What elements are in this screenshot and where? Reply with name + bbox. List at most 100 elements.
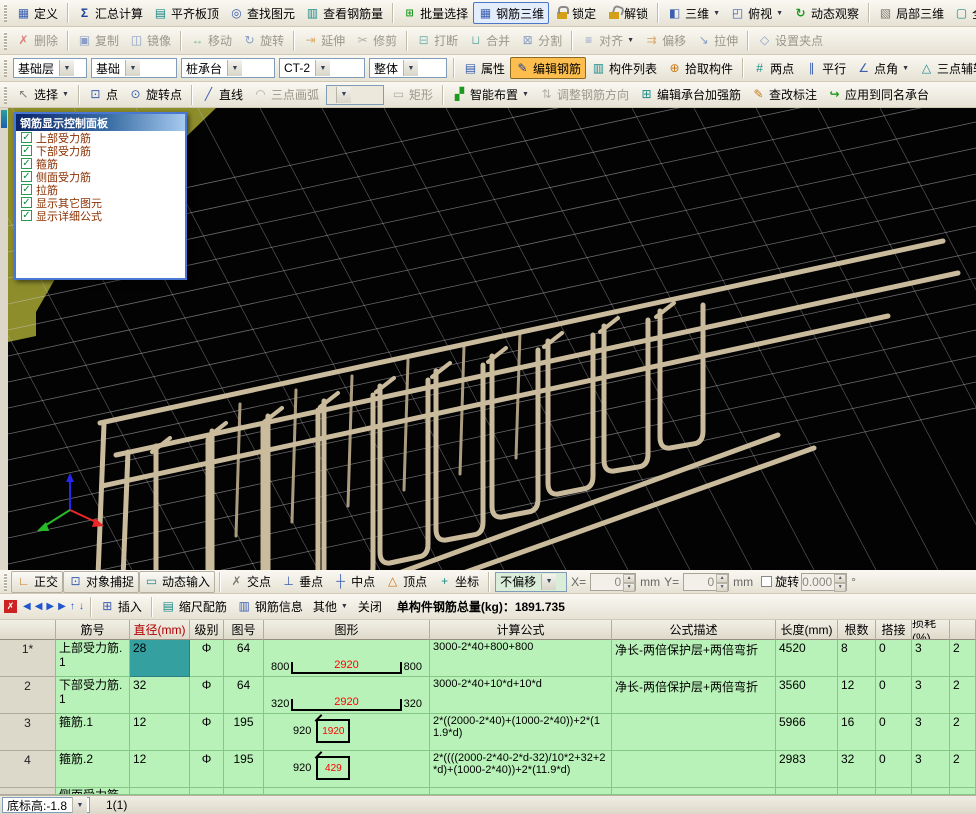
midpoint-snap-button[interactable]: ┼ 中点 [328,571,380,593]
cell-figure-no[interactable]: 64 [224,640,264,677]
cell-lap[interactable]: 0 [876,677,912,714]
cell-figure-no[interactable]: 195 [224,714,264,751]
category-combo[interactable]: 基础 ▼ [91,58,177,78]
cell-diameter[interactable]: 12 [130,751,190,788]
edit-rebar-button[interactable]: ✎ 编辑钢筋 [510,57,587,79]
rebar-info-button[interactable]: ▥ 钢筋信息 [232,596,308,618]
cell-formula[interactable]: 3000-2*40+10*d+10*d [430,677,612,714]
cell-figure-no[interactable]: 195 [224,751,264,788]
spin-down-icon[interactable]: ▼ [834,582,847,592]
fullscreen-button[interactable]: ▢全屏 [949,2,976,24]
bottom-elevation-combo[interactable]: 底标高:-1.8 ▼ [2,797,90,813]
cell-level[interactable]: Φ [190,677,224,714]
orbit-button[interactable]: ↻ 动态观察 [788,2,864,24]
cell-length[interactable]: 4520 [776,640,838,677]
type-combo[interactable]: 桩承台 ▼ [181,58,275,78]
move-row-up-button[interactable]: ↑ [68,601,77,612]
edit-cap-strengthen-button[interactable]: ⊞ 编辑承台加强筋 [634,84,746,106]
next-row-button[interactable]: ▶ [44,601,56,612]
cell-loss[interactable]: 3 [912,640,950,677]
toolbar-grip[interactable] [4,572,7,591]
view-3d-button[interactable]: ◧ 三维 ▼ [662,2,725,24]
draw-mode-combo[interactable]: ▼ [326,84,385,105]
move-row-down-button[interactable]: ↓ [77,601,86,612]
toolbar-grip[interactable] [4,4,7,22]
cell-loss[interactable]: 3 [912,751,950,788]
cell-shape[interactable]: 920 1920 [264,714,430,751]
cell-level[interactable]: Φ [190,751,224,788]
component-list-button[interactable]: ▥ 构件列表 [586,57,662,79]
summary-calc-button[interactable]: Σ 汇总计算 [72,2,148,24]
panel-title-bar[interactable]: 钢筋显示控制面板 [16,114,185,131]
row-number[interactable]: 4 [0,751,56,788]
toolbar-grip[interactable] [4,31,7,50]
properties-button[interactable]: ▤ 属性 [458,57,510,79]
break-button[interactable]: ⊟ 打断 [411,30,463,52]
cell-shape[interactable]: 800 2920 800 [264,640,430,677]
cell-clipped[interactable]: 2 [950,640,976,677]
toolbar-grip[interactable] [4,85,7,104]
offset-mode-combo[interactable]: 不偏移 ▼ [495,571,568,592]
close-button[interactable]: 关闭 [353,596,387,618]
name-combo[interactable]: CT-2 ▼ [279,58,365,78]
insert-row-button[interactable]: ⊞ 插入 [95,596,147,618]
checkbox-checked-icon[interactable]: ✓ [21,210,32,221]
select-button[interactable]: ↖ 选择 ▼ [11,84,74,106]
unlock-button[interactable]: 解锁 [601,2,653,24]
edit-annotation-button[interactable]: ✎ 查改标注 [746,84,822,106]
cell-clipped[interactable]: 2 [950,677,976,714]
cell-diameter[interactable]: 32 [130,677,190,714]
cell-length[interactable]: 2983 [776,751,838,788]
line-button[interactable]: ╱ 直线 [196,84,248,106]
cell-description[interactable] [612,751,776,788]
coordinate-snap-button[interactable]: + 坐标 [432,571,484,593]
rebar-3d-toggle[interactable]: ▦ 钢筋三维 [473,2,550,24]
offset-button[interactable]: ⇉ 偏移 [639,30,691,52]
cell-shape[interactable]: 920 429 [264,751,430,788]
rectangle-button[interactable]: ▭ 矩形 [386,84,438,106]
rotate-checkbox[interactable] [761,576,773,587]
cell-lap[interactable]: 0 [876,714,912,751]
extend-button[interactable]: ⇥ 延伸 [298,30,350,52]
copy-button[interactable]: ▣ 复制 [72,30,124,52]
batch-select-button[interactable]: ⊞ 批量选择 [397,2,473,24]
align-button[interactable]: ≡ 对齐 ▼ [576,30,639,52]
cell-name[interactable]: 上部受力筋.1 [56,640,130,677]
spin-down-icon[interactable]: ▼ [623,582,636,592]
cell-length[interactable]: 5966 [776,714,838,751]
cell-loss[interactable]: 3 [912,677,950,714]
vertex-snap-button[interactable]: △ 顶点 [380,571,432,593]
cell-level[interactable]: Φ [190,714,224,751]
spin-up-icon[interactable]: ▲ [834,573,847,583]
cell-description[interactable] [612,714,776,751]
row-number[interactable]: 3 [0,714,56,751]
cell-count[interactable]: 8 [838,640,876,677]
cell-count[interactable]: 12 [838,677,876,714]
cell-formula[interactable]: 3000-2*40+800+800 [430,640,612,677]
top-view-button[interactable]: ◰ 俯视 ▼ [725,2,788,24]
merge-button[interactable]: ⊔ 合并 [463,30,515,52]
other-menu-button[interactable]: 其他 ▼ [308,596,353,618]
delete-button[interactable]: ✗ 删除 [11,30,63,52]
apply-same-name-button[interactable]: ↪ 应用到同名承台 [822,84,934,106]
cell-diameter-selected[interactable]: 28 [130,640,190,677]
row-number[interactable]: 2 [0,677,56,714]
panel-collapse-strip[interactable] [0,108,8,570]
cell-clipped[interactable]: 2 [950,714,976,751]
three-point-axis-button[interactable]: △三点辅轴▼ [914,57,976,79]
checkbox-checked-icon[interactable]: ✓ [21,145,32,156]
set-grips-button[interactable]: ◇ 设置夹点 [752,30,828,52]
floor-combo[interactable]: 基础层 ▼ [13,58,87,78]
cell-name[interactable]: 下部受力筋.1 [56,677,130,714]
close-grid-icon[interactable]: ✗ [4,600,17,613]
checkbox-checked-icon[interactable]: ✓ [21,158,32,169]
object-snap-toggle[interactable]: ⊡ 对象捕捉 [63,570,140,593]
rotate-point-button[interactable]: ⊙ 旋转点 [123,84,187,106]
intersection-snap-button[interactable]: ✗ 交点 [224,571,276,593]
cell-diameter[interactable]: 12 [130,714,190,751]
cell-formula[interactable]: 2*((2000-2*40)+(1000-2*40))+2*(11.9*d) [430,714,612,751]
stretch-button[interactable]: ↘ 拉伸 [691,30,743,52]
check-show-detail-formula[interactable]: ✓ 显示详细公式 [16,209,185,223]
pick-component-button[interactable]: ⊕ 拾取构件 [662,57,738,79]
prev-row-button[interactable]: ◀ [33,601,45,612]
